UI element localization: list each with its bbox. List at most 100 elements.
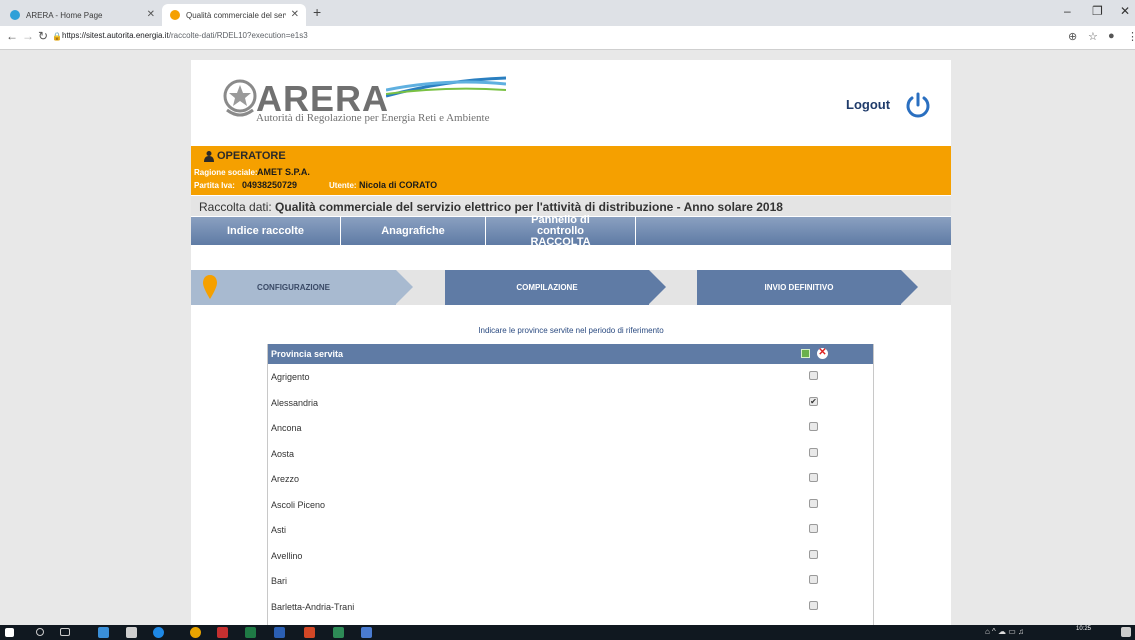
bookmark-star-icon[interactable]: ☆	[1088, 30, 1098, 43]
operator-title-text: OPERATORE	[217, 150, 286, 162]
partita-iva-label: Partita Iva:	[194, 181, 235, 190]
forward-icon[interactable]: →	[22, 29, 34, 43]
utente-label: Utente:	[329, 181, 357, 190]
table-row: Asti	[268, 517, 873, 542]
edge-browser-icon[interactable]	[153, 627, 164, 638]
search-icon[interactable]	[36, 628, 44, 636]
file-explorer-icon[interactable]	[98, 627, 109, 638]
province-checkbox[interactable]	[809, 498, 818, 508]
province-checkbox[interactable]	[809, 524, 818, 533]
table-row: Ancona	[268, 415, 873, 440]
browser-address-bar: ← → ↻ 🔒 https://sitest.autorita.energia.…	[0, 26, 1135, 50]
outlook-icon[interactable]	[361, 627, 372, 638]
power-icon[interactable]	[904, 91, 932, 119]
url-host: https://sitest.autorita.energia.it	[62, 31, 169, 40]
province-checkbox[interactable]	[809, 447, 818, 457]
table-row: Ascoli Piceno	[268, 492, 873, 517]
operator-title: OPERATORE	[203, 150, 286, 162]
table-row: Arezzo	[268, 466, 873, 491]
minimize-icon[interactable]: –	[1064, 4, 1071, 18]
windows-taskbar: ⌂ ^ ☁ ▭ ♫ 10:25	[0, 625, 1135, 640]
profile-icon[interactable]: ●	[1108, 30, 1115, 42]
new-tab-icon[interactable]: +	[313, 4, 321, 20]
location-pin-icon	[203, 275, 217, 299]
system-tray-icons[interactable]: ⌂ ^ ☁ ▭ ♫	[985, 627, 1024, 636]
select-all-icon[interactable]	[801, 349, 810, 358]
province-checkbox[interactable]	[809, 549, 818, 559]
province-table: Provincia servita ✕ Agrigento Alessandria…	[267, 344, 874, 629]
back-icon[interactable]: ←	[6, 29, 18, 43]
province-checkbox[interactable]	[809, 473, 818, 482]
workflow-steps: CONFIGURAZIONE COMPILAZIONE INVIO DEFINI…	[191, 270, 951, 305]
url-field[interactable]: https://sitest.autorita.energia.it/racco…	[62, 31, 308, 40]
italian-republic-emblem-icon	[223, 79, 257, 117]
close-tab-icon[interactable]: ✕	[147, 9, 155, 20]
tab-title: ARERA - Home Page	[26, 10, 103, 20]
province-name: Ascoli Piceno	[271, 499, 326, 510]
deselect-all-icon[interactable]: ✕	[817, 348, 828, 359]
step-configurazione[interactable]: CONFIGURAZIONE	[191, 270, 396, 305]
notifications-icon[interactable]	[1121, 627, 1131, 637]
table-row: Avellino	[268, 543, 873, 568]
partita-iva-value: 04938250729	[242, 180, 298, 190]
store-icon[interactable]	[126, 627, 137, 638]
province-name: Barletta-Andria-Trani	[271, 601, 355, 612]
step-invio-definitivo[interactable]: INVIO DEFINITIVO	[697, 270, 901, 305]
step-arrow	[901, 270, 918, 304]
access-icon[interactable]	[217, 627, 228, 638]
excel-icon[interactable]	[245, 627, 256, 638]
province-checkbox-checked[interactable]: ✔	[809, 396, 818, 406]
nav-item-pannello-controllo[interactable]: Pannello di controllo RACCOLTA	[486, 214, 636, 247]
reload-icon[interactable]: ↻	[38, 29, 48, 43]
table-row: Barletta-Andria-Trani	[268, 594, 873, 619]
close-tab-icon[interactable]: ✕	[291, 9, 299, 20]
chrome-browser-icon[interactable]	[190, 627, 201, 638]
table-row: Bari	[268, 568, 873, 593]
project-icon[interactable]	[333, 627, 344, 638]
main-navigation: Indice raccolte Anagrafiche Pannello di …	[191, 214, 951, 247]
step-configurazione-label: CONFIGURAZIONE	[257, 283, 330, 292]
ragione-sociale-label: Ragione sociale:	[194, 168, 258, 177]
lock-icon: 🔒	[52, 32, 62, 41]
province-name: Alessandria	[271, 397, 319, 408]
province-checkbox[interactable]	[809, 575, 818, 584]
province-checkbox[interactable]	[809, 600, 818, 610]
step-arrow	[649, 270, 666, 304]
powerpoint-icon[interactable]	[304, 627, 315, 638]
brand-swoosh-icon	[386, 76, 506, 98]
raccolta-title-bar: Raccolta dati: Qualità commerciale del s…	[191, 196, 951, 216]
table-row: Alessandria ✔	[268, 390, 873, 415]
logout-link[interactable]: Logout	[846, 97, 890, 112]
browser-tab-home[interactable]: ARERA - Home Page ✕	[2, 4, 162, 26]
windows-start-icon[interactable]	[5, 628, 14, 637]
url-path: /raccolte-dati/RDEL10?execution=e1s3	[168, 31, 308, 40]
tab-title: Qualità commerciale del servizio	[186, 10, 286, 20]
browser-tab-qualita[interactable]: Qualità commerciale del servizio ✕	[162, 4, 306, 26]
operator-panel: OPERATORE Ragione sociale: AMET S.P.A. P…	[191, 146, 951, 195]
province-checkbox[interactable]	[809, 422, 818, 431]
utente-value: Nicola di CORATO	[359, 180, 438, 190]
taskbar-clock[interactable]: 10:25	[1076, 626, 1091, 632]
province-name: Ancona	[271, 423, 302, 433]
province-name: Aosta	[271, 448, 295, 459]
province-name: Avellino	[271, 550, 303, 561]
zoom-icon[interactable]: ⊕	[1068, 30, 1077, 43]
maximize-icon[interactable]: ❐	[1092, 4, 1103, 18]
table-header: Provincia servita ✕	[268, 344, 873, 364]
menu-icon[interactable]: ⋮	[1127, 30, 1135, 43]
province-checkbox[interactable]	[809, 371, 818, 380]
arera-favicon-icon	[170, 10, 180, 20]
province-name: Bari	[271, 576, 288, 586]
table-row: Aosta	[268, 441, 873, 466]
task-view-icon[interactable]	[60, 628, 70, 636]
nav-item-anagrafiche[interactable]: Anagrafiche	[341, 217, 486, 245]
site-header: ARERA Autorità di Regolazione per Energi…	[191, 60, 951, 140]
nav-item-indice-raccolte[interactable]: Indice raccolte	[191, 217, 341, 245]
close-window-icon[interactable]: ✕	[1120, 4, 1130, 18]
step-compilazione[interactable]: COMPILAZIONE	[445, 270, 649, 305]
clock-time: 10:25	[1076, 626, 1092, 632]
brand-tagline: Autorità di Regolazione per Energia Reti…	[256, 112, 490, 124]
word-icon[interactable]	[274, 627, 285, 638]
step-invio-definitivo-label: INVIO DEFINITIVO	[764, 283, 834, 292]
raccolta-label: Raccolta dati:	[199, 200, 272, 214]
